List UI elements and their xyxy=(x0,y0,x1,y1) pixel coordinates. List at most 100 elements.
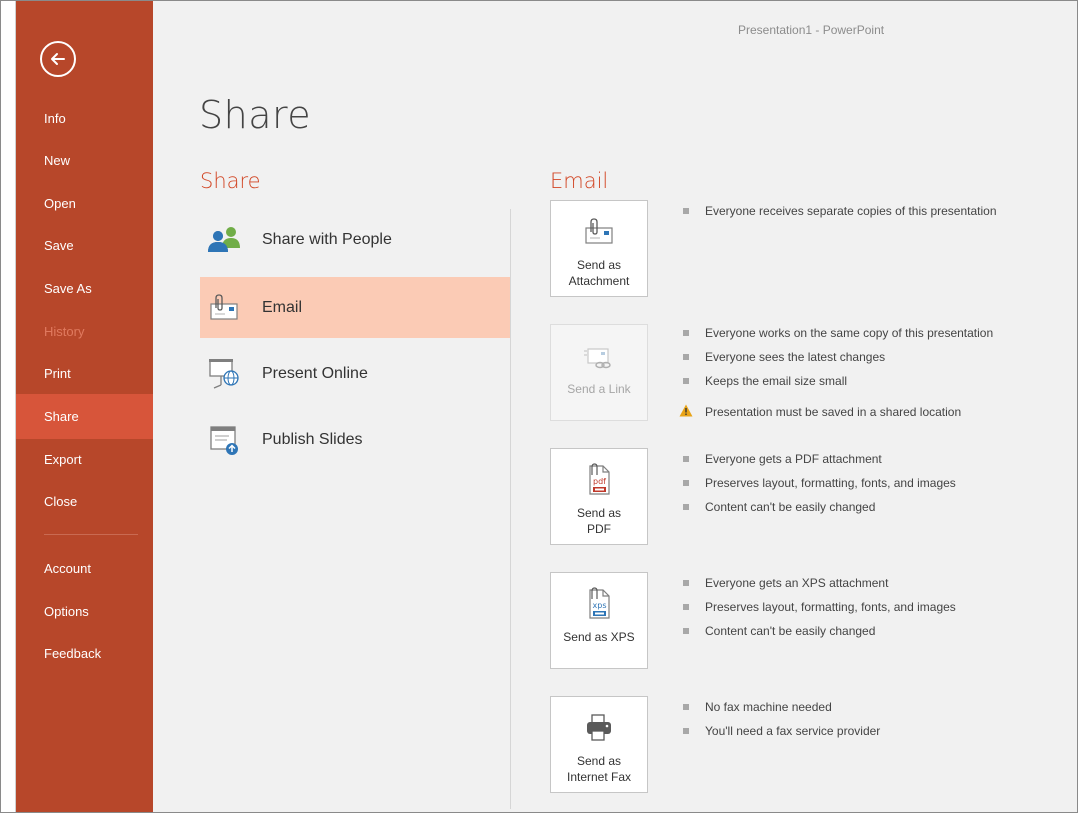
share-option-present-online[interactable]: Present Online xyxy=(200,343,510,404)
action-label: Send a Link xyxy=(567,382,631,396)
send-as-attachment-button[interactable]: Send as Attachment xyxy=(550,200,648,297)
nav-item-print[interactable]: Print xyxy=(16,354,153,392)
bullet-square-icon xyxy=(683,504,689,510)
bullet-item: Everyone gets a PDF attachment xyxy=(683,447,1063,471)
nav-item-label: New xyxy=(44,152,71,168)
column-divider xyxy=(510,209,511,809)
warning-icon xyxy=(679,404,693,420)
bullet-item: No fax machine needed xyxy=(683,695,1063,719)
bullet-text: You'll need a fax service provider xyxy=(705,724,881,738)
action-label: Send as PDF xyxy=(576,506,622,536)
bullet-square-icon xyxy=(683,456,689,462)
nav-item-label: Print xyxy=(44,365,71,381)
bullet-text: Keeps the email size small xyxy=(705,374,848,388)
svg-text:xps: xps xyxy=(593,601,607,610)
nav-item-label: Close xyxy=(44,493,78,509)
bullet-item: Content can't be easily changed xyxy=(683,495,1063,519)
share-option-label: Present Online xyxy=(262,364,368,382)
bullet-text: Everyone gets a PDF attachment xyxy=(705,452,882,466)
bullet-square-icon xyxy=(683,604,689,610)
back-button[interactable] xyxy=(40,41,76,77)
nav-item-label: History xyxy=(44,323,85,339)
nav-item-open[interactable]: Open xyxy=(16,184,153,222)
nav-item-label: Feedback xyxy=(44,645,102,661)
bullet-item: Preserves layout, formatting, fonts, and… xyxy=(683,471,1063,495)
back-arrow-icon xyxy=(51,53,65,65)
people-icon xyxy=(204,223,244,257)
link-description: Everyone works on the same copy of this … xyxy=(679,321,1063,424)
nav-item-save-as[interactable]: Save As xyxy=(16,269,153,307)
xps-icon: xps xyxy=(584,587,614,621)
share-option-label: Share with People xyxy=(262,230,392,248)
window-title: Presentation1 - PowerPoint xyxy=(738,23,885,37)
backstage-sidebar: Info New Open Save Save As History Print… xyxy=(16,1,153,812)
warning-item: Presentation must be saved in a shared l… xyxy=(679,400,1063,424)
share-option-label: Email xyxy=(262,298,303,316)
nav-item-label: Save xyxy=(44,237,74,253)
send-as-xps-button[interactable]: xps Send as XPS xyxy=(550,572,648,669)
send-as-internet-fax-button[interactable]: Send as Internet Fax xyxy=(550,696,648,793)
bullet-item: You'll need a fax service provider xyxy=(683,719,1063,743)
share-option-publish-slides[interactable]: Publish Slides xyxy=(200,409,510,470)
send-as-pdf-button[interactable]: pdf Send as PDF xyxy=(550,448,648,545)
fax-description: No fax machine needed You'll need a fax … xyxy=(683,695,1063,743)
nav-item-save[interactable]: Save xyxy=(16,226,153,264)
bullet-text: Preserves layout, formatting, fonts, and… xyxy=(705,476,956,490)
bullet-square-icon xyxy=(683,354,689,360)
bullet-text: Everyone receives separate copies of thi… xyxy=(705,204,997,218)
nav-item-label: Info xyxy=(44,110,66,126)
share-option-email[interactable]: Email xyxy=(200,277,510,338)
nav-item-label: Options xyxy=(44,603,89,619)
share-option-label: Publish Slides xyxy=(262,430,363,448)
nav-item-info[interactable]: Info xyxy=(16,99,153,137)
action-label: Send as Attachment xyxy=(568,258,630,288)
bullet-text: Content can't be easily changed xyxy=(705,500,876,514)
backstage-view: Info New Open Save Save As History Print… xyxy=(0,0,1078,813)
page-title: Share xyxy=(199,93,312,137)
link-envelope-icon xyxy=(583,339,615,373)
svg-text:pdf: pdf xyxy=(593,477,606,486)
bullet-square-icon xyxy=(683,628,689,634)
nav-item-export[interactable]: Export xyxy=(16,440,153,478)
action-label: Send as Internet Fax xyxy=(566,754,632,784)
nav-item-label: Share xyxy=(44,409,79,424)
bullet-square-icon xyxy=(683,480,689,486)
send-a-link-button: Send a Link xyxy=(550,324,648,421)
bullet-text: Preserves layout, formatting, fonts, and… xyxy=(705,600,956,614)
nav-item-feedback[interactable]: Feedback xyxy=(16,634,153,672)
bullet-item: Everyone receives separate copies of thi… xyxy=(683,199,1063,223)
pdf-description: Everyone gets a PDF attachment Preserves… xyxy=(683,447,1063,519)
warning-text: Presentation must be saved in a shared l… xyxy=(705,405,962,419)
bullet-item: Everyone sees the latest changes xyxy=(683,345,1063,369)
bullet-square-icon xyxy=(683,580,689,586)
nav-item-label: Open xyxy=(44,195,76,211)
share-option-share-with-people[interactable]: Share with People xyxy=(200,209,510,270)
nav-item-new[interactable]: New xyxy=(16,141,153,179)
share-section-heading: Share xyxy=(200,169,261,193)
bullet-item: Everyone works on the same copy of this … xyxy=(683,321,1063,345)
window-edge xyxy=(1,1,16,812)
nav-item-label: Account xyxy=(44,560,91,576)
bullet-square-icon xyxy=(683,704,689,710)
nav-item-share[interactable]: Share xyxy=(16,394,153,439)
nav-item-options[interactable]: Options xyxy=(16,592,153,630)
bullet-item: Preserves layout, formatting, fonts, and… xyxy=(683,595,1063,619)
bullet-text: Everyone gets an XPS attachment xyxy=(705,576,889,590)
pdf-icon: pdf xyxy=(584,463,614,497)
nav-item-history: History xyxy=(16,312,153,350)
attachment-envelope-icon xyxy=(583,215,615,249)
nav-item-account[interactable]: Account xyxy=(16,549,153,587)
publish-slides-icon xyxy=(204,423,244,457)
bullet-text: Content can't be easily changed xyxy=(705,624,876,638)
attachment-description: Everyone receives separate copies of thi… xyxy=(683,199,1063,223)
bullet-square-icon xyxy=(683,330,689,336)
bullet-text: Everyone sees the latest changes xyxy=(705,350,886,364)
nav-divider xyxy=(44,534,138,535)
nav-item-close[interactable]: Close xyxy=(16,482,153,520)
bullet-text: No fax machine needed xyxy=(705,700,832,714)
email-attachment-icon xyxy=(204,291,244,325)
bullet-item: Keeps the email size small xyxy=(683,369,1063,393)
bullet-item: Content can't be easily changed xyxy=(683,619,1063,643)
bullet-text: Everyone works on the same copy of this … xyxy=(705,326,994,340)
fax-icon xyxy=(584,711,614,745)
